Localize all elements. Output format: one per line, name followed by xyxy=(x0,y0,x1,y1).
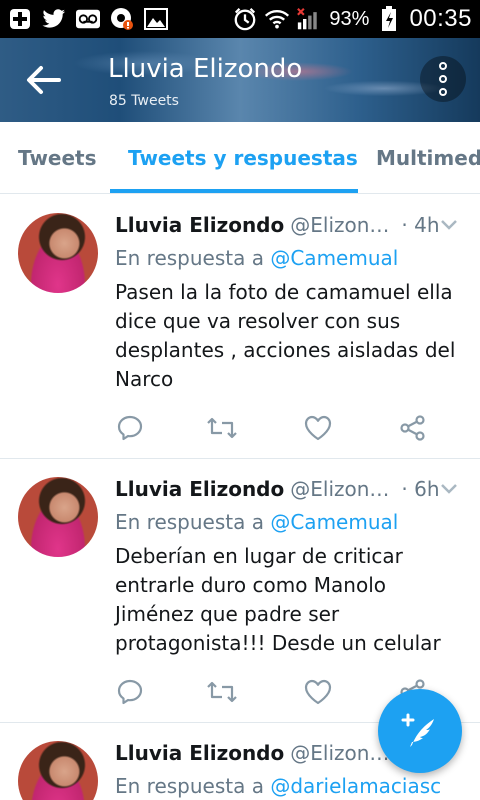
voicemail-icon xyxy=(76,7,100,31)
chevron-down-icon[interactable] xyxy=(440,219,458,231)
wifi-icon xyxy=(265,7,290,31)
back-button[interactable] xyxy=(16,58,70,102)
share-icon xyxy=(400,415,425,441)
tab-tweets-replies[interactable]: Tweets y respuestas xyxy=(128,122,358,193)
notification-icon xyxy=(110,7,134,31)
retweet-icon xyxy=(207,681,237,703)
reply-context: En respuesta a @Camemual xyxy=(115,246,399,270)
avatar[interactable] xyxy=(18,477,98,557)
chevron-down-icon[interactable] xyxy=(440,483,458,495)
alarm-icon xyxy=(233,7,257,31)
like-button[interactable] xyxy=(303,413,333,443)
arrow-left-icon xyxy=(27,66,61,94)
tweet-text: Pasen la la foto de camamuel ella dice q… xyxy=(115,280,456,391)
retweet-button[interactable] xyxy=(207,677,237,707)
reply-mention-link[interactable]: @Camemual xyxy=(270,246,398,270)
profile-header: Lluvia Elizondo 85 Tweets xyxy=(0,38,480,122)
tweet-timestamp: · 4h xyxy=(401,213,440,237)
tweet-author-handle: @Elizon… xyxy=(290,213,390,237)
reply-context: En respuesta a @darielamaciasc xyxy=(115,774,442,798)
tab-multimedia[interactable]: Multimedia xyxy=(376,122,480,193)
signal-icon xyxy=(297,7,321,31)
tab-tweets[interactable]: Tweets xyxy=(18,122,97,193)
reply-icon xyxy=(117,415,143,441)
avatar[interactable] xyxy=(18,213,98,293)
tweet[interactable]: Lluvia Elizondo @Elizon… · 4h En respues… xyxy=(0,195,480,459)
image-icon xyxy=(144,7,168,31)
tweet-author-name: Lluvia Elizondo xyxy=(115,477,285,501)
tweet-timestamp: · 6h xyxy=(401,477,440,501)
tweet-actions xyxy=(115,413,435,443)
tweet-author-handle: @Elizon… xyxy=(290,477,390,501)
twitter-icon xyxy=(42,7,66,31)
battery-percent: 93% xyxy=(329,7,370,30)
tweet-count: 85 Tweets xyxy=(109,93,179,109)
like-button[interactable] xyxy=(303,677,333,707)
reply-mention-link[interactable]: @darielamaciasc xyxy=(270,774,441,798)
more-vertical-icon xyxy=(439,62,447,70)
heart-icon xyxy=(304,679,332,705)
reply-button[interactable] xyxy=(115,413,145,443)
plus-icon xyxy=(8,7,32,31)
compose-feather-icon xyxy=(401,713,434,747)
retweet-icon xyxy=(207,417,237,439)
tweet-actions xyxy=(115,677,435,707)
avatar[interactable] xyxy=(18,741,98,800)
status-bar: 93% 00:35 xyxy=(0,0,480,38)
tweet-author-name: Lluvia Elizondo xyxy=(115,213,285,237)
share-button[interactable] xyxy=(398,413,428,443)
battery-charging-icon xyxy=(377,6,401,31)
retweet-button[interactable] xyxy=(207,413,237,443)
heart-icon xyxy=(304,415,332,441)
tweet-author-handle: @Elizon… xyxy=(290,741,390,765)
reply-mention-link[interactable]: @Camemual xyxy=(270,510,398,534)
clock: 00:35 xyxy=(409,5,472,32)
reply-icon xyxy=(117,679,143,705)
tweet[interactable]: Lluvia Elizondo @Elizon… · 6h En respues… xyxy=(0,459,480,723)
tweet-author-name: Lluvia Elizondo xyxy=(115,741,285,765)
profile-name: Lluvia Elizondo xyxy=(108,54,303,84)
overflow-menu-button[interactable] xyxy=(420,56,466,102)
profile-tabs: Tweets Tweets y respuestas Multimedia xyxy=(0,122,480,194)
compose-tweet-button[interactable] xyxy=(378,689,462,773)
active-tab-indicator xyxy=(110,189,358,193)
tweet-text: Deberían en lugar de criticar entrarle d… xyxy=(115,544,441,655)
reply-context: En respuesta a @Camemual xyxy=(115,510,399,534)
reply-button[interactable] xyxy=(115,677,145,707)
